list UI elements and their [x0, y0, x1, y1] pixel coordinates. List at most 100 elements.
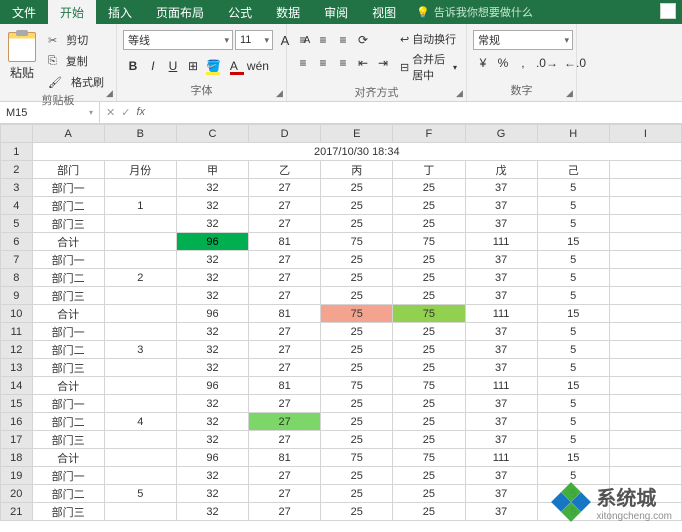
cell-4-A[interactable]: 部门二 [32, 197, 104, 215]
cell-20-E[interactable]: 25 [321, 485, 393, 503]
cell-16-F[interactable]: 25 [393, 413, 465, 431]
cell-2-H[interactable]: 己 [537, 161, 609, 179]
clipboard-launcher[interactable]: ◢ [106, 88, 113, 99]
cell-19-D[interactable]: 27 [249, 467, 321, 485]
align-top-button[interactable]: ≡ [293, 30, 313, 50]
cell-3-D[interactable]: 27 [249, 179, 321, 197]
align-center-button[interactable]: ≡ [313, 53, 333, 73]
row-header-12[interactable]: 12 [1, 341, 33, 359]
cell-17-A[interactable]: 部门三 [32, 431, 104, 449]
align-left-button[interactable]: ≡ [293, 53, 313, 73]
tab-home[interactable]: 开始 [48, 0, 96, 25]
cell-15-H[interactable]: 5 [537, 395, 609, 413]
col-header-A[interactable]: A [32, 125, 104, 143]
cell-15-F[interactable]: 25 [393, 395, 465, 413]
cell-15-D[interactable]: 27 [249, 395, 321, 413]
cell-8-C[interactable]: 32 [176, 269, 248, 287]
percent-button[interactable]: % [493, 53, 513, 73]
align-bottom-button[interactable]: ≡ [333, 30, 353, 50]
row-header-4[interactable]: 4 [1, 197, 33, 215]
cell-11-G[interactable]: 37 [465, 323, 537, 341]
cell-16-I[interactable] [609, 413, 681, 431]
row-header-20[interactable]: 20 [1, 485, 33, 503]
cell-21-G[interactable]: 37 [465, 503, 537, 521]
cell-8-G[interactable]: 37 [465, 269, 537, 287]
cell-5-C[interactable]: 32 [176, 215, 248, 233]
cell-19-B[interactable] [104, 467, 176, 485]
cell-15-A[interactable]: 部门一 [32, 395, 104, 413]
border-button[interactable]: ⊞ [183, 56, 203, 76]
cell-18-C[interactable]: 96 [176, 449, 248, 467]
cell-11-D[interactable]: 27 [249, 323, 321, 341]
fill-color-button[interactable]: 🪣 [203, 56, 224, 76]
cell-14-I[interactable] [609, 377, 681, 395]
cell-11-I[interactable] [609, 323, 681, 341]
cell-17-H[interactable]: 5 [537, 431, 609, 449]
cell-8-D[interactable]: 27 [249, 269, 321, 287]
cell-19-G[interactable]: 37 [465, 467, 537, 485]
cell-7-I[interactable] [609, 251, 681, 269]
cell-4-C[interactable]: 32 [176, 197, 248, 215]
copy-button[interactable]: ⎘复制 [42, 51, 110, 71]
cell-8-F[interactable]: 25 [393, 269, 465, 287]
cell-12-H[interactable]: 5 [537, 341, 609, 359]
paste-button[interactable]: 粘贴 [6, 30, 38, 83]
cell-16-A[interactable]: 部门二 [32, 413, 104, 431]
cell-11-C[interactable]: 32 [176, 323, 248, 341]
cell-9-C[interactable]: 32 [176, 287, 248, 305]
cell-7-G[interactable]: 37 [465, 251, 537, 269]
tab-formula[interactable]: 公式 [216, 0, 264, 25]
cell-16-C[interactable]: 32 [176, 413, 248, 431]
cell-3-C[interactable]: 32 [176, 179, 248, 197]
col-header-B[interactable]: B [104, 125, 176, 143]
cell-10-I[interactable] [609, 305, 681, 323]
cell-date-merged[interactable]: 2017/10/30 18:34 [32, 143, 681, 161]
cell-7-E[interactable]: 25 [321, 251, 393, 269]
cell-17-G[interactable]: 37 [465, 431, 537, 449]
cell-12-D[interactable]: 27 [249, 341, 321, 359]
row-header-21[interactable]: 21 [1, 503, 33, 521]
cell-12-E[interactable]: 25 [321, 341, 393, 359]
cell-13-A[interactable]: 部门三 [32, 359, 104, 377]
underline-button[interactable]: U [163, 56, 183, 76]
cell-14-D[interactable]: 81 [249, 377, 321, 395]
cell-7-A[interactable]: 部门一 [32, 251, 104, 269]
comma-button[interactable]: , [513, 53, 533, 73]
cell-6-H[interactable]: 15 [537, 233, 609, 251]
row-header-13[interactable]: 13 [1, 359, 33, 377]
cell-4-H[interactable]: 5 [537, 197, 609, 215]
cell-14-H[interactable]: 15 [537, 377, 609, 395]
cell-6-G[interactable]: 111 [465, 233, 537, 251]
cell-9-D[interactable]: 27 [249, 287, 321, 305]
cell-3-F[interactable]: 25 [393, 179, 465, 197]
cell-13-E[interactable]: 25 [321, 359, 393, 377]
cell-3-H[interactable]: 5 [537, 179, 609, 197]
tab-review[interactable]: 审阅 [312, 0, 360, 25]
cell-5-H[interactable]: 5 [537, 215, 609, 233]
cell-2-A[interactable]: 部门 [32, 161, 104, 179]
increase-decimal-button[interactable]: .0→ [533, 53, 561, 73]
cell-18-E[interactable]: 75 [321, 449, 393, 467]
cell-18-A[interactable]: 合计 [32, 449, 104, 467]
row-header-2[interactable]: 2 [1, 161, 33, 179]
cell-6-C[interactable]: 96 [176, 233, 248, 251]
cell-20-F[interactable]: 25 [393, 485, 465, 503]
row-header-1[interactable]: 1 [1, 143, 33, 161]
select-all-corner[interactable] [1, 125, 33, 143]
cell-9-H[interactable]: 5 [537, 287, 609, 305]
cell-12-F[interactable]: 25 [393, 341, 465, 359]
tab-insert[interactable]: 插入 [96, 0, 144, 25]
cell-6-F[interactable]: 75 [393, 233, 465, 251]
cell-13-C[interactable]: 32 [176, 359, 248, 377]
cell-17-I[interactable] [609, 431, 681, 449]
cell-2-E[interactable]: 丙 [321, 161, 393, 179]
cell-15-C[interactable]: 32 [176, 395, 248, 413]
tab-file[interactable]: 文件 [0, 0, 48, 25]
row-header-7[interactable]: 7 [1, 251, 33, 269]
cell-10-E[interactable]: 75 [321, 305, 393, 323]
italic-button[interactable]: I [143, 56, 163, 76]
cell-12-G[interactable]: 37 [465, 341, 537, 359]
font-size-select[interactable]: 11 [235, 30, 273, 50]
cell-10-H[interactable]: 15 [537, 305, 609, 323]
cell-2-I[interactable] [609, 161, 681, 179]
